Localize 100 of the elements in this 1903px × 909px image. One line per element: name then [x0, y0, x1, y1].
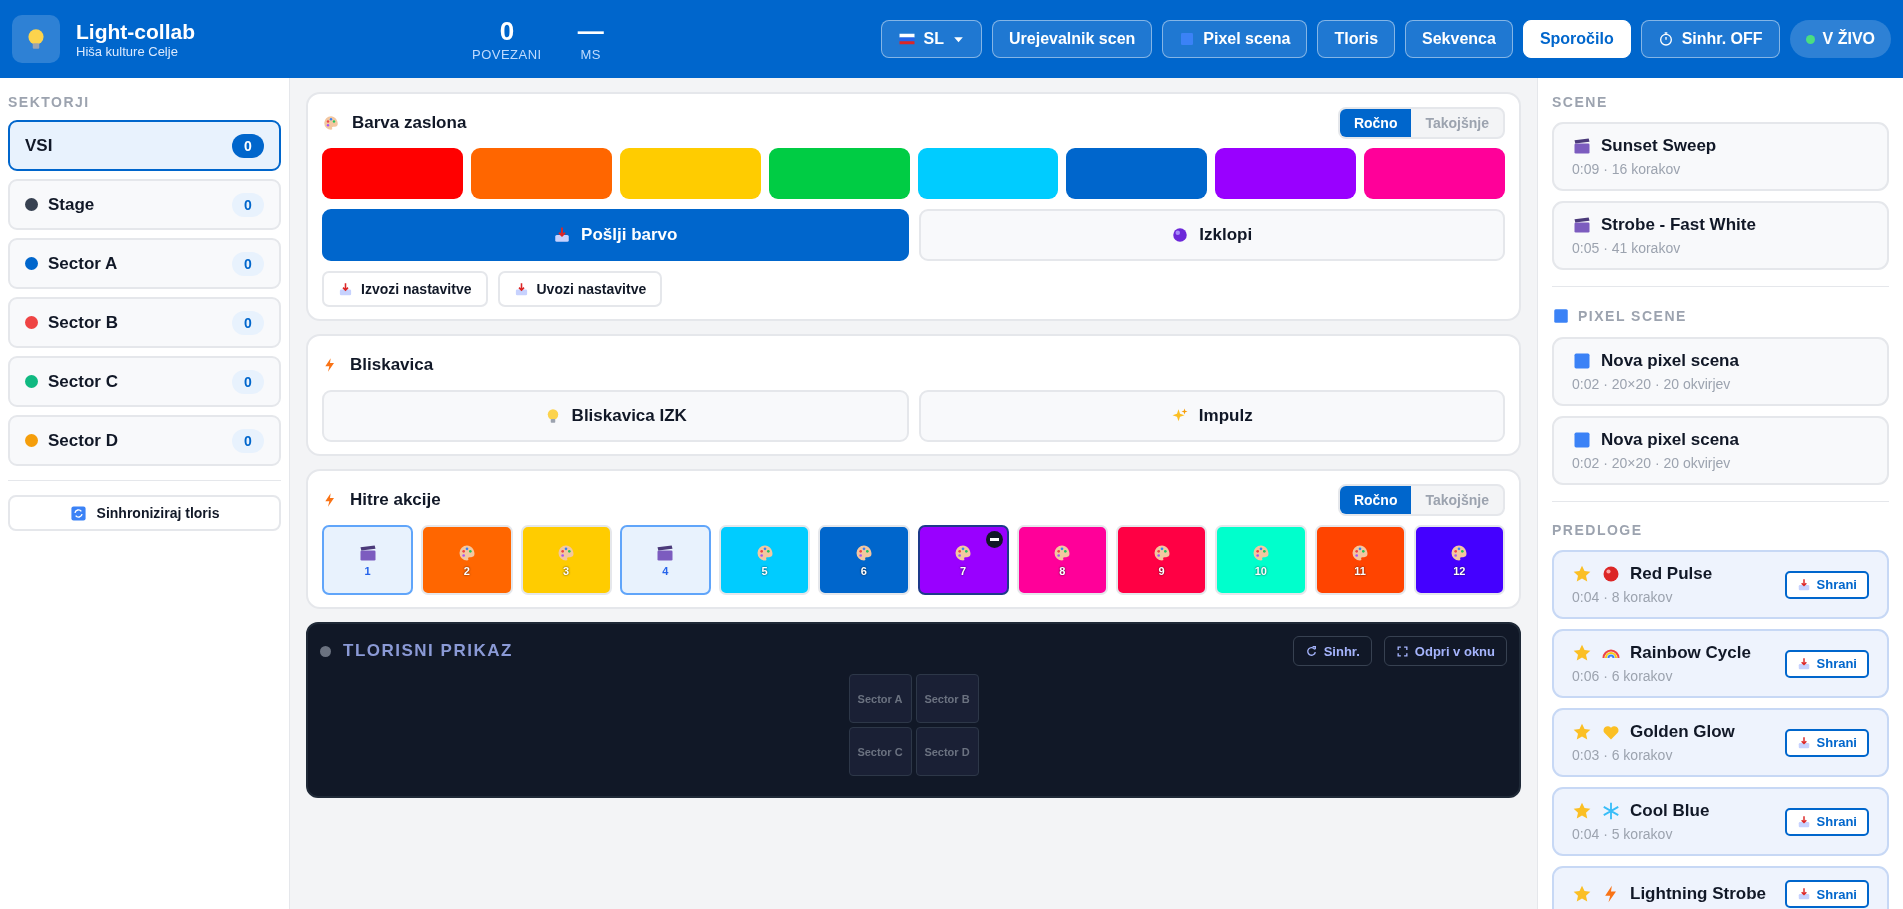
- floor-sector[interactable]: Sector B: [915, 674, 979, 723]
- template-name: Red Pulse: [1630, 564, 1713, 584]
- sector-item[interactable]: Sector C 0: [8, 356, 281, 407]
- floor-sector[interactable]: Sector C: [848, 727, 912, 776]
- template-meta: 0:03 · 6 korakov: [1572, 747, 1674, 763]
- count-badge: 0: [232, 251, 264, 276]
- color-swatch[interactable]: [917, 148, 1059, 199]
- count-badge: 0: [232, 428, 264, 453]
- sync-button[interactable]: Sinhr.: [1292, 636, 1372, 666]
- quick-action-tile[interactable]: 6: [818, 525, 910, 595]
- sector-name: Sector B: [48, 312, 119, 333]
- section-heading: PIXEL SCENE: [1578, 308, 1687, 324]
- template-name: Cool Blue: [1630, 801, 1710, 821]
- open-window-button[interactable]: Odpri v oknu: [1383, 636, 1507, 666]
- scene-item[interactable]: Sunset Sweep 0:09 · 16 korakov: [1552, 122, 1889, 191]
- app-title: Light-collab: [76, 19, 196, 44]
- template-item[interactable]: Lightning Strobe Shrani: [1552, 866, 1889, 909]
- color-swatch[interactable]: [1364, 148, 1505, 199]
- quick-action-tile[interactable]: 7: [917, 525, 1009, 595]
- save-button[interactable]: Shrani: [1784, 807, 1869, 836]
- star-icon: [1572, 643, 1592, 663]
- template-item[interactable]: Cool Blue 0:04 · 5 korakov Shrani: [1552, 787, 1889, 856]
- square-icon: [1179, 31, 1196, 47]
- quick-action-tile[interactable]: 12: [1413, 525, 1505, 595]
- sector-name: Sector C: [48, 371, 119, 392]
- stat-label: MS: [580, 47, 601, 62]
- card-title: Bliskavica: [350, 355, 435, 375]
- quick-action-tile[interactable]: 11: [1314, 525, 1406, 595]
- nav-button[interactable]: Sinhr. OFF: [1640, 20, 1780, 58]
- flash-button[interactable]: Bliskavica IZK: [322, 390, 909, 442]
- stat-label: POVEZANI: [472, 47, 542, 62]
- color-swatch[interactable]: [1066, 148, 1208, 199]
- sector-name: Stage: [48, 194, 96, 215]
- nav-button[interactable]: Sporočilo: [1522, 20, 1631, 58]
- sector-item[interactable]: Sector A 0: [8, 238, 281, 289]
- scene-item[interactable]: Strobe - Fast White 0:05 · 41 korakov: [1552, 201, 1889, 270]
- template-name: Lightning Strobe: [1630, 884, 1766, 904]
- color-swatch[interactable]: [768, 148, 910, 199]
- refresh-icon: [1304, 644, 1318, 658]
- section-heading: PREDLOGE: [1552, 522, 1644, 538]
- floor-sector[interactable]: Sector A: [848, 674, 912, 723]
- quick-action-tile[interactable]: 4: [619, 525, 711, 595]
- template-item[interactable]: Red Pulse 0:04 · 8 korakov Shrani: [1552, 550, 1889, 619]
- sector-item[interactable]: Sector D 0: [8, 415, 281, 466]
- template-meta: 0:04 · 8 korakov: [1572, 589, 1674, 605]
- color-swatch[interactable]: [1215, 148, 1357, 199]
- ball-icon: [1171, 226, 1190, 244]
- off-button[interactable]: Izklopi: [918, 209, 1505, 261]
- sector-item[interactable]: VSI 0: [8, 120, 281, 171]
- pixel-scene-item[interactable]: Nova pixel scena 0:02 · 20×20 · 20 okvirjev: [1552, 337, 1889, 406]
- color-swatch[interactable]: [619, 148, 761, 199]
- nav-button[interactable]: Tloris: [1317, 20, 1396, 58]
- save-button[interactable]: Shrani: [1784, 570, 1869, 599]
- save-button[interactable]: Shrani: [1784, 649, 1869, 678]
- save-button[interactable]: Shrani: [1784, 880, 1869, 908]
- nav-button[interactable]: Sekvenca: [1405, 20, 1513, 58]
- scene-name: Nova pixel scena: [1601, 430, 1739, 450]
- send-color-button[interactable]: Pošlji barvo: [322, 209, 909, 261]
- quick-action-tile[interactable]: 9: [1116, 525, 1208, 595]
- sector-name: Sector A: [48, 253, 119, 274]
- mode-tab[interactable]: Ročno: [1339, 486, 1412, 514]
- scene-name: Sunset Sweep: [1601, 136, 1717, 156]
- template-meta: 0:04 · 5 korakov: [1572, 826, 1674, 842]
- sector-item[interactable]: Stage 0: [8, 179, 281, 230]
- clapperboard-icon: [655, 543, 676, 563]
- sync-floorplan-button[interactable]: Sinhroniziraj tloris: [8, 495, 281, 531]
- pixel-scene-item[interactable]: Nova pixel scena 0:02 · 20×20 · 20 okvirjev: [1552, 416, 1889, 485]
- quick-action-tile[interactable]: 8: [1016, 525, 1108, 595]
- panel-title: TLORISNI PRIKAZ: [343, 641, 514, 661]
- quick-action-tile[interactable]: 1: [322, 525, 414, 595]
- count-badge: 0: [232, 310, 264, 335]
- color-swatch[interactable]: [470, 148, 612, 199]
- color-swatch[interactable]: [322, 148, 463, 199]
- export-button[interactable]: Izvozi nastavitve: [322, 271, 488, 307]
- import-button[interactable]: Uvozi nastavitve: [497, 271, 663, 307]
- remove-badge[interactable]: [985, 531, 1003, 548]
- venue-subtitle: Hiša kulture Celje: [76, 43, 179, 59]
- tray-arrow-icon: [1796, 577, 1811, 592]
- nav-button[interactable]: Urejevalnik scen: [992, 20, 1153, 58]
- status-dot: [320, 645, 331, 657]
- tray-arrow-icon: [513, 281, 529, 297]
- template-item[interactable]: Golden Glow 0:03 · 6 korakov Shrani: [1552, 708, 1889, 777]
- sector-item[interactable]: Sector B 0: [8, 297, 281, 348]
- stat-value: —: [577, 16, 604, 47]
- scene-meta: 0:09 · 16 korakov: [1572, 161, 1682, 177]
- flash-button[interactable]: Impulz: [918, 390, 1505, 442]
- tray-arrow-icon: [1796, 656, 1811, 671]
- sector-name: VSI: [25, 135, 54, 156]
- section-heading: SCENE: [1552, 94, 1609, 110]
- star-icon: [1572, 564, 1592, 584]
- square-icon: [1552, 307, 1570, 325]
- floor-sector[interactable]: Sector D: [915, 727, 979, 776]
- save-button[interactable]: Shrani: [1784, 728, 1869, 757]
- ball-icon: [1601, 564, 1621, 584]
- template-item[interactable]: Rainbow Cycle 0:06 · 6 korakov Shrani: [1552, 629, 1889, 698]
- language-select[interactable]: SL: [880, 20, 982, 58]
- card-title: Barva zaslona: [352, 113, 468, 133]
- tray-arrow-icon: [1796, 814, 1811, 829]
- nav-button[interactable]: Pixel scena: [1162, 20, 1308, 58]
- mode-tab[interactable]: Ročno: [1339, 109, 1412, 137]
